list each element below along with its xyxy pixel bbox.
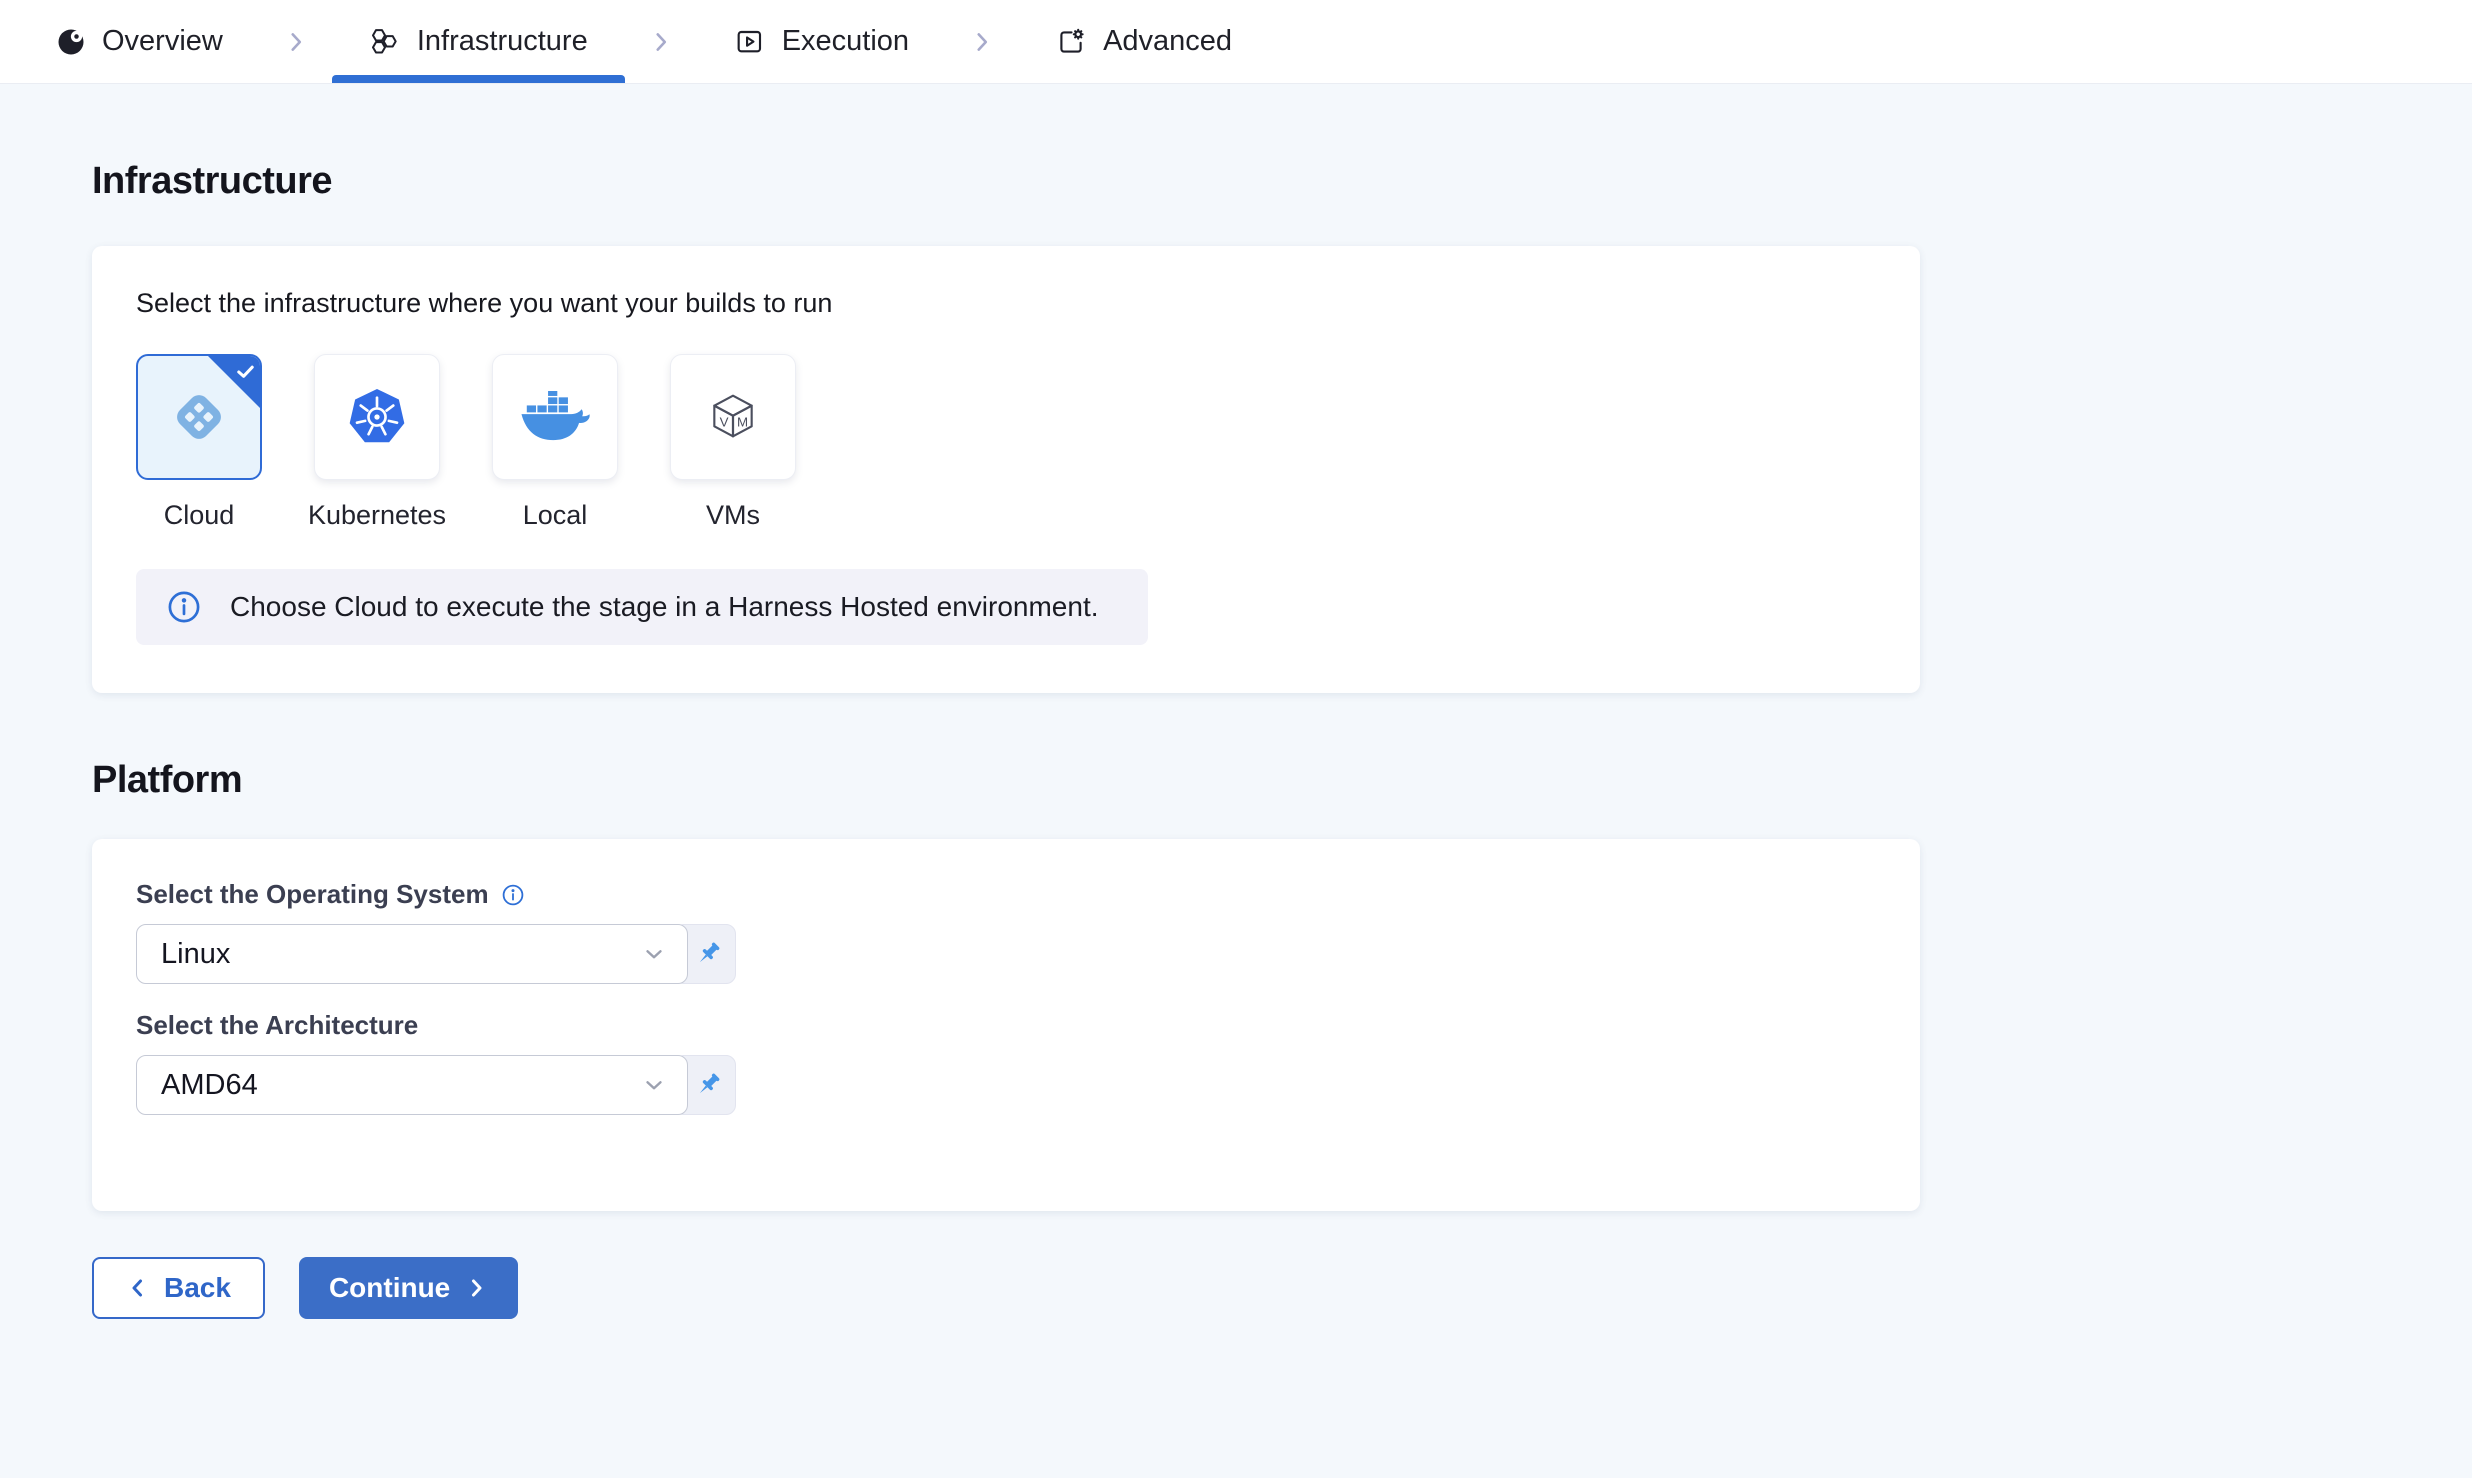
stage-configuration-page: Overview Infrastructure	[0, 0, 2472, 1478]
stage-tab-bar: Overview Infrastructure	[0, 0, 2472, 84]
arch-select-value: AMD64	[161, 1069, 258, 1102]
infra-option-cloud[interactable]	[136, 354, 262, 480]
infra-option-cloud-wrap: Cloud	[136, 354, 262, 531]
info-callout: Choose Cloud to execute the stage in a H…	[136, 569, 1148, 645]
pin-icon	[692, 938, 724, 970]
svg-text:M: M	[737, 414, 748, 429]
wizard-actions: Back Continue	[92, 1257, 2472, 1319]
infrastructure-card: Select the infrastructure where you want…	[92, 246, 1920, 693]
infra-option-vms[interactable]: V M	[670, 354, 796, 480]
infra-option-local-wrap: Local	[492, 354, 618, 531]
active-tab-underline	[332, 75, 625, 83]
os-select-row: Linux	[136, 924, 1876, 984]
docker-icon	[518, 391, 592, 443]
arch-field-label-text: Select the Architecture	[136, 1010, 418, 1041]
infrastructure-icon	[369, 26, 401, 58]
chevron-left-icon	[126, 1276, 150, 1300]
chevron-right-separator-icon	[648, 29, 674, 55]
check-icon	[234, 360, 257, 388]
chevron-right-separator-icon	[283, 29, 309, 55]
tab-advanced[interactable]: Advanced	[1055, 0, 1232, 83]
infra-option-cloud-label: Cloud	[164, 500, 235, 531]
tab-overview[interactable]: Overview	[56, 0, 223, 83]
tab-execution[interactable]: Execution	[734, 0, 909, 83]
infra-option-local-label: Local	[523, 500, 588, 531]
info-icon	[501, 883, 525, 907]
execution-icon	[734, 26, 766, 58]
info-callout-text: Choose Cloud to execute the stage in a H…	[230, 591, 1099, 623]
os-select-value: Linux	[161, 938, 230, 971]
infrastructure-options: Cloud	[136, 354, 1876, 531]
tab-infrastructure-label: Infrastructure	[417, 25, 588, 58]
os-field-label: Select the Operating System	[136, 879, 1876, 910]
platform-card: Select the Operating System Linux	[92, 839, 1920, 1211]
arch-select[interactable]: AMD64	[136, 1055, 688, 1115]
back-button[interactable]: Back	[92, 1257, 265, 1319]
chevron-right-icon	[464, 1276, 488, 1300]
infra-option-vms-wrap: V M VMs	[670, 354, 796, 531]
svg-text:V: V	[720, 414, 729, 429]
infra-option-local[interactable]	[492, 354, 618, 480]
continue-button[interactable]: Continue	[299, 1257, 518, 1319]
infrastructure-heading: Infrastructure	[92, 158, 2472, 204]
back-button-label: Back	[164, 1272, 231, 1304]
stage-content: Infrastructure Select the infrastructure…	[0, 84, 2472, 1478]
chevron-down-icon	[641, 1072, 667, 1098]
continue-button-label: Continue	[329, 1272, 450, 1304]
advanced-icon	[1055, 26, 1087, 58]
os-select[interactable]: Linux	[136, 924, 688, 984]
arch-select-row: AMD64	[136, 1055, 1876, 1115]
tab-advanced-label: Advanced	[1103, 25, 1232, 58]
infrastructure-prompt: Select the infrastructure where you want…	[136, 286, 1876, 320]
os-field-label-text: Select the Operating System	[136, 879, 489, 910]
arch-field-label: Select the Architecture	[136, 1010, 1876, 1041]
vm-cube-icon: V M	[701, 385, 765, 449]
overview-icon	[56, 27, 86, 57]
chevron-down-icon	[641, 941, 667, 967]
platform-heading: Platform	[92, 757, 2472, 803]
tab-overview-label: Overview	[102, 25, 223, 58]
tab-execution-label: Execution	[782, 25, 909, 58]
infra-option-vms-label: VMs	[706, 500, 760, 531]
chevron-right-separator-icon	[969, 29, 995, 55]
infra-option-kubernetes-label: Kubernetes	[308, 500, 446, 531]
tab-infrastructure[interactable]: Infrastructure	[369, 0, 588, 83]
kubernetes-icon	[345, 385, 409, 449]
infra-option-kubernetes[interactable]	[314, 354, 440, 480]
pin-icon	[692, 1069, 724, 1101]
infra-option-kubernetes-wrap: Kubernetes	[314, 354, 440, 531]
info-icon	[166, 589, 202, 625]
